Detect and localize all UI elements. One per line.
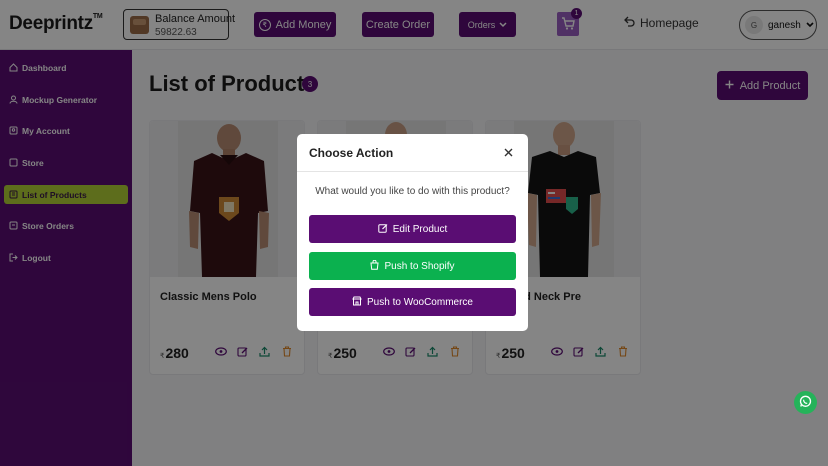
whatsapp-chat-button[interactable]: [794, 391, 817, 414]
whatsapp-icon: [799, 393, 812, 412]
modal-header: Choose Action: [297, 134, 528, 172]
push-to-woocommerce-label: Push to WooCommerce: [367, 296, 473, 308]
shopify-icon: [370, 259, 380, 273]
woocommerce-store-icon: [352, 296, 362, 309]
edit-product-label: Edit Product: [392, 223, 448, 235]
push-to-shopify-button[interactable]: Push to Shopify: [309, 252, 516, 280]
edit-product-button[interactable]: Edit Product: [309, 215, 516, 243]
modal-question: What would you like to do with this prod…: [315, 186, 510, 197]
push-to-shopify-label: Push to Shopify: [384, 260, 455, 272]
modal-title: Choose Action: [309, 146, 394, 160]
close-icon[interactable]: [502, 146, 514, 158]
choose-action-modal: Choose Action What would you like to do …: [297, 134, 528, 331]
push-to-woocommerce-button[interactable]: Push to WooCommerce: [309, 288, 516, 316]
edit-icon: [378, 223, 388, 236]
